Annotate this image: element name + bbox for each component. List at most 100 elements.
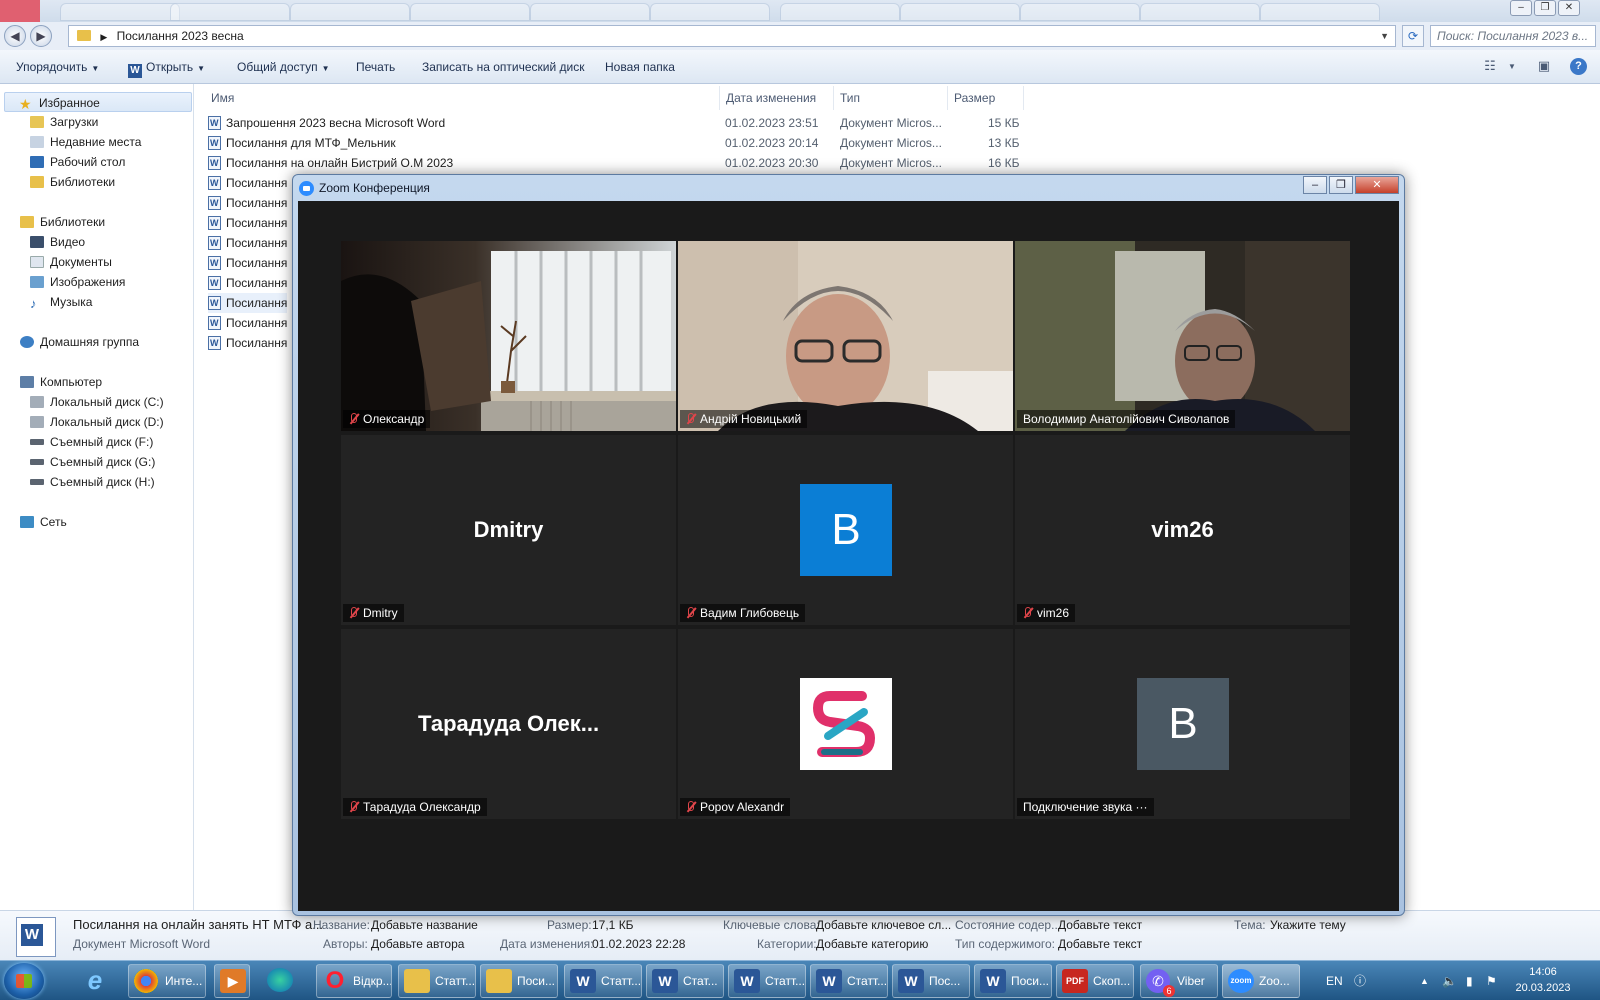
taskbar-item[interactable]: Инте...: [128, 964, 206, 998]
file-row[interactable]: Посилання: [208, 273, 287, 293]
file-row[interactable]: Посилання: [208, 173, 287, 193]
details-keywords-field[interactable]: Добавьте ключевое сл...: [816, 918, 951, 932]
nav-disk-f[interactable]: Съемный диск (F:): [30, 432, 153, 452]
help-icon[interactable]: ?: [1570, 58, 1587, 75]
browser-tab[interactable]: [650, 3, 770, 21]
nav-computer[interactable]: Компьютер: [20, 372, 102, 392]
caret-down-icon[interactable]: ▼: [1502, 62, 1522, 80]
browser-tab[interactable]: [780, 3, 900, 21]
chevron-down-icon[interactable]: ▼: [1380, 26, 1389, 46]
browser-tab[interactable]: [900, 3, 1020, 21]
file-row[interactable]: Посилання: [208, 213, 287, 233]
details-content-status-field[interactable]: Добавьте текст: [1058, 918, 1142, 932]
taskbar-item[interactable]: W Стат...: [646, 964, 724, 998]
new-folder-button[interactable]: Новая папка: [605, 60, 675, 74]
participant-tile[interactable]: vim26 vim26: [1015, 435, 1350, 625]
taskbar-item[interactable]: PDF Скоп...: [1056, 964, 1134, 998]
maximize-icon[interactable]: ❐: [1534, 0, 1556, 16]
participant-tile-active-speaker[interactable]: Володимир Анатолійович Сиволапов: [1015, 241, 1350, 431]
taskbar-item[interactable]: W Поси...: [974, 964, 1052, 998]
participant-tile-video[interactable]: Андрій Новицький: [678, 241, 1013, 431]
nav-libraries-fav[interactable]: Библиотеки: [30, 172, 115, 192]
help-tray-icon[interactable]: ⓘ: [1354, 961, 1366, 1000]
browser-tab[interactable]: [1020, 3, 1140, 21]
taskbar-item[interactable]: W Статт...: [728, 964, 806, 998]
participant-tile[interactable]: Popov Alexandr: [678, 629, 1013, 819]
file-row[interactable]: Посилання на онлайн Бистрий О.М 2023: [208, 153, 453, 173]
volume-icon[interactable]: 🔈: [1442, 961, 1457, 1000]
browser-tab[interactable]: [1140, 3, 1260, 21]
taskbar-item[interactable]: Статт...: [398, 964, 476, 998]
participant-tile[interactable]: Dmitry Dmitry: [341, 435, 676, 625]
file-row[interactable]: Посилання: [208, 313, 287, 333]
file-row[interactable]: Посилання: [208, 253, 287, 273]
taskbar-item[interactable]: ✆ 6 Viber: [1140, 964, 1218, 998]
browser-tab[interactable]: [290, 3, 410, 21]
zoom-close-button[interactable]: ✕: [1355, 176, 1399, 194]
back-button[interactable]: ◀: [4, 25, 26, 47]
nav-network[interactable]: Сеть: [20, 512, 67, 532]
taskbar-item[interactable]: W Пос...: [892, 964, 970, 998]
open-button[interactable]: W Открыть ▼: [128, 60, 205, 78]
minimize-icon[interactable]: –: [1510, 0, 1532, 16]
show-hidden-icons[interactable]: ▲: [1420, 961, 1429, 1000]
nav-disk-g[interactable]: Съемный диск (G:): [30, 452, 155, 472]
browser-tab[interactable]: [60, 3, 180, 21]
file-row[interactable]: Посилання для МТФ_Мельник: [208, 133, 396, 153]
details-authors-field[interactable]: Добавьте автора: [371, 937, 464, 951]
zoom-minimize-button[interactable]: –: [1303, 176, 1327, 194]
nav-disk-c[interactable]: Локальный диск (C:): [30, 392, 164, 412]
participant-tile[interactable]: В Вадим Глибовець: [678, 435, 1013, 625]
ie-button[interactable]: e: [74, 964, 116, 998]
nav-pictures[interactable]: Изображения: [30, 272, 125, 292]
file-row[interactable]: Запрошення 2023 весна Microsoft Word: [208, 113, 445, 133]
details-title-field[interactable]: Добавьте название: [371, 918, 478, 932]
nav-libraries[interactable]: Библиотеки: [20, 212, 105, 232]
nav-desktop[interactable]: Рабочий стол: [30, 152, 125, 172]
browser-tab[interactable]: [170, 3, 290, 21]
nav-documents[interactable]: Документы: [30, 252, 112, 272]
print-button[interactable]: Печать: [356, 60, 395, 74]
share-button[interactable]: Общий доступ ▼: [237, 60, 330, 74]
participant-tile-video[interactable]: Олександр: [341, 241, 676, 431]
nav-favorites[interactable]: ★ Избранное: [4, 92, 192, 112]
forward-button[interactable]: ▶: [30, 25, 52, 47]
nav-homegroup[interactable]: Домашняя группа: [20, 332, 139, 352]
browser-tab[interactable]: [410, 3, 530, 21]
browser-tab[interactable]: [1260, 3, 1380, 21]
column-name[interactable]: Имя: [205, 86, 720, 110]
action-center-flag-icon[interactable]: ⚑: [1486, 961, 1497, 1000]
nav-downloads[interactable]: Загрузки: [30, 112, 98, 132]
nav-disk-d[interactable]: Локальный диск (D:): [30, 412, 164, 432]
details-categories-field[interactable]: Добавьте категорию: [816, 937, 928, 951]
file-row-selected[interactable]: Посилання: [208, 293, 288, 313]
language-indicator[interactable]: EN: [1326, 961, 1343, 1000]
taskbar-item[interactable]: O Відкр...: [316, 964, 392, 998]
start-button[interactable]: [4, 963, 44, 999]
zoom-maximize-button[interactable]: ❐: [1329, 176, 1353, 194]
close-icon[interactable]: ✕: [1558, 0, 1580, 16]
taskbar-item[interactable]: W Статт...: [564, 964, 642, 998]
organize-button[interactable]: Упорядочить ▼: [16, 60, 99, 74]
details-subject-field[interactable]: Укажите тему: [1270, 918, 1346, 932]
column-date[interactable]: Дата изменения: [720, 86, 834, 110]
preview-pane-icon[interactable]: ▣: [1534, 58, 1554, 76]
refresh-button[interactable]: ⟳: [1402, 25, 1424, 47]
file-row[interactable]: Посилання: [208, 333, 287, 353]
details-content-type-field[interactable]: Добавьте текст: [1058, 937, 1142, 951]
browser-tab[interactable]: [530, 3, 650, 21]
media-player-button[interactable]: ▶: [214, 964, 250, 998]
file-row[interactable]: Посилання: [208, 233, 287, 253]
edge-button[interactable]: [262, 964, 302, 998]
search-input[interactable]: Поиск: Посилання 2023 в...: [1430, 25, 1596, 47]
nav-recent[interactable]: Недавние места: [30, 132, 141, 152]
file-row[interactable]: Посилання: [208, 193, 287, 213]
path-box[interactable]: ▶ Посилання 2023 весна ▼: [68, 25, 1396, 47]
column-type[interactable]: Тип: [834, 86, 948, 110]
column-size[interactable]: Размер: [948, 86, 1024, 110]
participant-tile[interactable]: В Подключение звука ···: [1015, 629, 1350, 819]
nav-disk-h[interactable]: Съемный диск (H:): [30, 472, 155, 492]
taskbar-item[interactable]: zoom Zoo...: [1222, 964, 1300, 998]
participant-tile[interactable]: Тарадуда Олек... Тарадуда Олександр: [341, 629, 676, 819]
nav-video[interactable]: Видео: [30, 232, 85, 252]
